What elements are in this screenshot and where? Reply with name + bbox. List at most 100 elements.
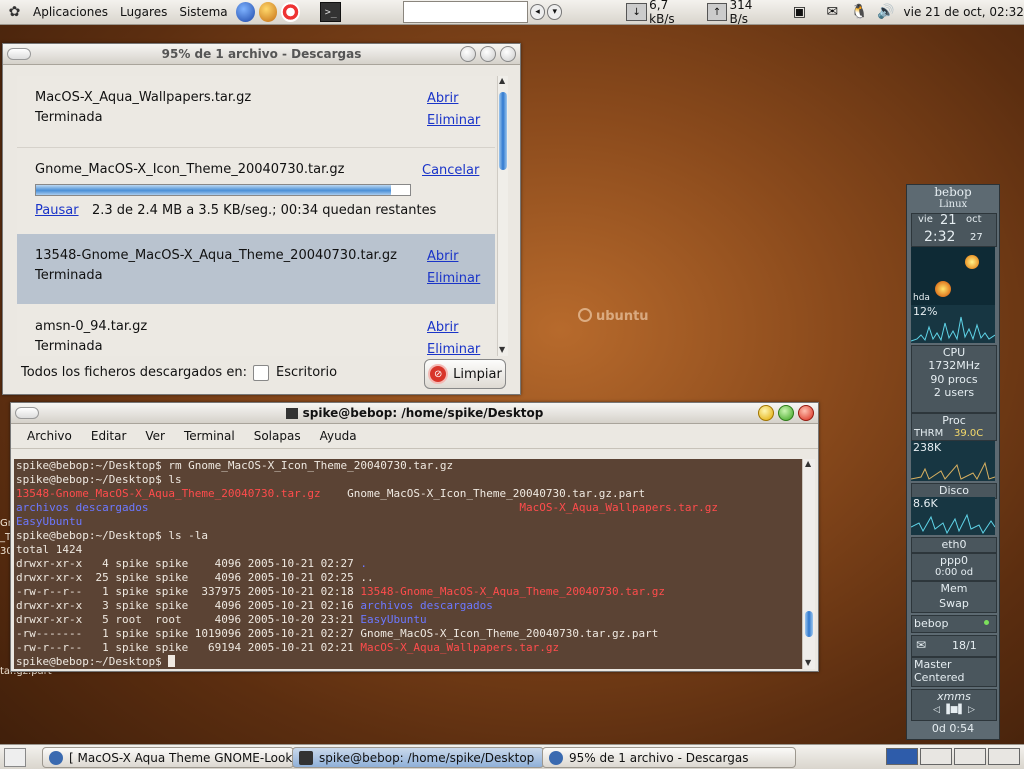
minimize-button[interactable] [460, 46, 476, 62]
terminal-scrollbar[interactable]: ▲ ▼ [802, 459, 815, 669]
open-link[interactable]: Abrir [427, 249, 458, 264]
workspace-switcher-icon[interactable]: ▣ [790, 3, 809, 21]
menu-editar[interactable]: Editar [81, 429, 136, 443]
remove-link[interactable]: Eliminar [427, 271, 480, 286]
terminal-output[interactable]: spike@bebop:~/Desktop$ rm Gnome_MacOS-X_… [14, 459, 802, 669]
download-list: MacOS-X_Aqua_Wallpapers.tar.gz Terminada… [17, 76, 495, 356]
open-link[interactable]: Abrir [427, 91, 458, 106]
terminal-line: drwxr-xr-x 4 spike spike 4096 2005-10-21… [16, 557, 802, 571]
gk-ppp-time: 0:00 od [934, 567, 974, 578]
menu-solapas[interactable]: Solapas [244, 429, 310, 443]
cancel-link[interactable]: Cancelar [422, 163, 479, 178]
open-link[interactable]: Abrir [427, 320, 458, 335]
window-title: 95% de 1 archivo - Descargas [161, 47, 362, 61]
scrollbar-thumb[interactable] [805, 611, 813, 637]
workspace-4[interactable] [988, 748, 1020, 765]
clean-up-button[interactable]: ⊘ Limpiar [424, 359, 506, 389]
terminal-line: drwxr-xr-x 25 spike spike 4096 2005-10-2… [16, 571, 802, 585]
terminal-text: spike@bebop:~/Desktop$ [16, 655, 169, 668]
spin-down-icon[interactable]: ▾ [547, 4, 563, 20]
download-item[interactable]: MacOS-X_Aqua_Wallpapers.tar.gz Terminada… [17, 76, 495, 146]
gk-mixer-panel[interactable]: Master Centered [911, 657, 997, 687]
gk-hda-percent: 12% [913, 305, 938, 318]
gkrellm-monitor[interactable]: bebop Linux vie 21 oct 2:32 27 hda 12% C… [906, 184, 1000, 740]
notes-icon[interactable]: ✉ [823, 3, 842, 21]
minimize-button[interactable] [758, 405, 774, 421]
download-folder-name[interactable]: Escritorio [276, 365, 337, 380]
show-desktop-icon[interactable] [4, 748, 26, 767]
gnome-foot-icon[interactable]: ✿ [6, 3, 23, 21]
terminal-line: archivos descargados MacOS-X_Aqua_Wallpa… [16, 501, 802, 515]
workspace-3[interactable] [954, 748, 986, 765]
taskbar-item-downloads[interactable]: 95% de 1 archivo - Descargas [542, 747, 796, 768]
terminal-window: spike@bebop: /home/spike/Desktop Archivo… [10, 402, 819, 672]
ubuntu-logo: ubuntu [578, 308, 649, 324]
workspace-switcher[interactable] [886, 748, 1020, 765]
download-filename: Gnome_MacOS-X_Icon_Theme_20040730.tar.gz [35, 162, 345, 177]
remove-link[interactable]: Eliminar [427, 342, 480, 356]
scrollbar-thumb[interactable] [499, 92, 507, 170]
net-download: ↓ 6,7 kB/s [626, 0, 694, 26]
menu-aplicaciones[interactable]: Aplicaciones [27, 0, 114, 24]
gk-xmms-panel[interactable]: xmms ◁ ▐■▌ ▷ [911, 689, 997, 721]
terminal-line: spike@bebop:~/Desktop$ rm Gnome_MacOS-X_… [16, 459, 802, 473]
downloads-titlebar[interactable]: 95% de 1 archivo - Descargas [3, 44, 520, 65]
menu-archivo[interactable]: Archivo [17, 429, 81, 443]
help-launcher-icon[interactable] [281, 2, 301, 22]
maximize-button[interactable] [778, 405, 794, 421]
download-list-scrollbar[interactable]: ▲ ▼ [497, 76, 508, 356]
download-item[interactable]: Gnome_MacOS-X_Icon_Theme_20040730.tar.gz… [17, 147, 495, 234]
volume-icon[interactable]: 🔊 [877, 3, 896, 21]
terminal-title-icon [285, 407, 298, 419]
gk-clock-panel: vie 21 oct 2:32 27 [911, 213, 997, 247]
workspace-1[interactable] [886, 748, 918, 765]
scroll-down-icon[interactable]: ▼ [499, 345, 505, 354]
menu-ver[interactable]: Ver [135, 429, 174, 443]
spin-up-icon[interactable]: ◂ [529, 4, 546, 20]
workspace-2[interactable] [920, 748, 952, 765]
window-menu-button[interactable] [15, 407, 39, 419]
scroll-down-icon[interactable]: ▼ [805, 658, 811, 667]
window-menu-button[interactable] [7, 48, 31, 60]
folder-checkbox[interactable] [253, 365, 269, 381]
download-progress-bar [35, 184, 411, 196]
gk-disk-graph: 8.6K [911, 497, 995, 535]
close-button[interactable] [798, 405, 814, 421]
mail-launcher-icon[interactable] [258, 2, 278, 22]
menu-terminal[interactable]: Terminal [174, 429, 244, 443]
terminal-text: -rw------- 1 spike spike 1019096 2005-10… [16, 627, 354, 640]
firefox-icon [49, 750, 63, 765]
gk-swap-label: Swap [939, 597, 969, 610]
download-progress-text: 2.3 de 2.4 MB a 3.5 KB/seg.; 00:34 queda… [92, 203, 437, 218]
pause-link[interactable]: Pausar [35, 203, 79, 218]
gk-proc-label: Proc [942, 414, 966, 427]
maximize-button[interactable] [480, 46, 496, 62]
gk-mail-panel[interactable]: ✉ 18/1 [911, 635, 997, 657]
tux-icon[interactable]: 🐧 [850, 3, 869, 21]
terminal-titlebar[interactable]: spike@bebop: /home/spike/Desktop [11, 403, 818, 424]
download-item[interactable]: amsn-0_94.tar.gz Terminada Abrir Elimina… [17, 305, 495, 356]
terminal-launcher-icon[interactable]: >_ [320, 2, 342, 22]
scroll-up-icon[interactable]: ▲ [805, 459, 811, 468]
panel-search-field[interactable] [403, 1, 528, 23]
remove-link[interactable]: Eliminar [427, 113, 480, 128]
menu-sistema[interactable]: Sistema [173, 0, 233, 24]
clock[interactable]: vie 21 de oct, 02:32 [904, 5, 1024, 19]
taskbar-item-terminal[interactable]: spike@bebop: /home/spike/Desktop [292, 747, 544, 768]
web-browser-launcher-icon[interactable] [235, 2, 255, 22]
terminal-text: archivos descargados [360, 599, 493, 612]
net-upload: ↑ 314 B/s [706, 0, 772, 26]
download-item[interactable]: 13548-Gnome_MacOS-X_Aqua_Theme_20040730.… [17, 234, 495, 304]
terminal-line: EasyUbuntu [16, 515, 802, 529]
taskbar-item-browser[interactable]: [ MacOS-X Aqua Theme GNOME-Look... [42, 747, 294, 768]
menu-ayuda[interactable]: Ayuda [310, 429, 366, 443]
terminal-line: drwxr-xr-x 3 spike spike 4096 2005-10-21… [16, 599, 802, 613]
gk-xmms-controls-icon[interactable]: ◁ ▐■▌ ▷ [912, 705, 996, 715]
scroll-up-icon[interactable]: ▲ [499, 76, 505, 85]
net-down-value: 6,7 kB/s [649, 0, 675, 26]
gk-users: 2 users [933, 386, 975, 399]
gk-thrm-label: THRM [914, 428, 944, 439]
close-button[interactable] [500, 46, 516, 62]
menu-lugares[interactable]: Lugares [114, 0, 173, 24]
terminal-cursor [168, 655, 176, 667]
